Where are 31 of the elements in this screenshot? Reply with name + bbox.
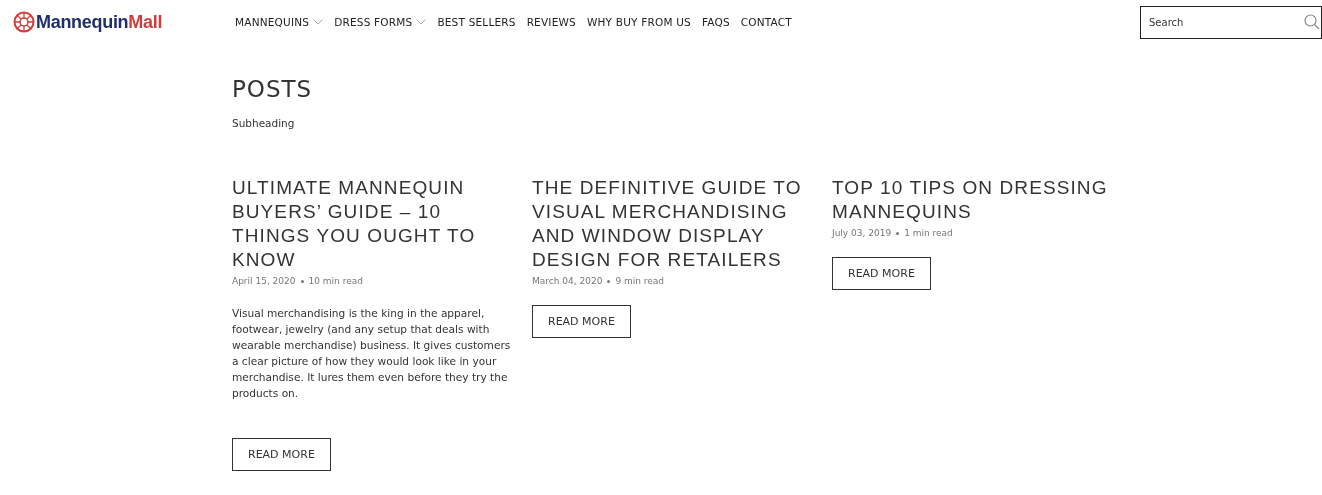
- post-date: March 04, 2020: [532, 276, 603, 286]
- search-icon[interactable]: [1304, 13, 1320, 30]
- nav-link[interactable]: MANNEQUINS: [235, 16, 324, 28]
- read-time: 1 min read: [904, 228, 953, 238]
- nav-link[interactable]: FAQS: [701, 16, 730, 28]
- caret-icon[interactable]: [313, 19, 324, 25]
- nav-link[interactable]: DRESS FORMS: [334, 16, 427, 28]
- post-title[interactable]: ULTIMATE MANNEQUIN BUYERS’ GUIDE – 10 THINGS YOU OUGHT TO KNOW: [232, 176, 512, 272]
- post-excerpt: Visual merchandising is the king in the apparel, footwear, jewelry (and any setup that deals with wearable merchandise) business. It gives customers a clear picture of how they would look like in your merchandise. It lures them even before they try the products on.: [232, 306, 512, 401]
- read-more-button[interactable]: READ MORE: [532, 305, 631, 338]
- caret-icon[interactable]: [416, 19, 427, 25]
- search-field[interactable]: Search: [1140, 5, 1322, 39]
- nav-link[interactable]: BEST SELLERS: [437, 16, 516, 28]
- bullet-icon: [896, 231, 900, 235]
- logo-icon[interactable]: [13, 11, 35, 33]
- read-time: 10 min read: [308, 276, 363, 286]
- post-title[interactable]: THE DEFINITIVE GUIDE TO VISUAL MERCHANDISING AND WINDOW DISPLAY DESIGN FOR RETAILERS: [532, 176, 812, 272]
- post-date: July 03, 2019: [832, 228, 892, 238]
- bullet-icon: [607, 279, 611, 283]
- nav-link[interactable]: REVIEWS: [526, 16, 576, 28]
- read-more-button[interactable]: READ MORE: [832, 257, 931, 290]
- post-title[interactable]: TOP 10 TIPS ON DRESSING MANNEQUINS: [832, 176, 1112, 224]
- nav-link[interactable]: CONTACT: [740, 16, 792, 28]
- read-time: 9 min read: [615, 276, 665, 286]
- nav-link[interactable]: WHY BUY FROM US: [586, 16, 691, 28]
- post-date: April 15, 2020: [232, 276, 296, 286]
- bullet-icon: [300, 279, 304, 283]
- page-subheading: Subheading: [232, 117, 296, 129]
- read-more-button[interactable]: READ MORE: [232, 438, 331, 471]
- logo-wordmark[interactable]: MannequinMall: [36, 11, 163, 33]
- page-title: POSTS: [232, 76, 314, 102]
